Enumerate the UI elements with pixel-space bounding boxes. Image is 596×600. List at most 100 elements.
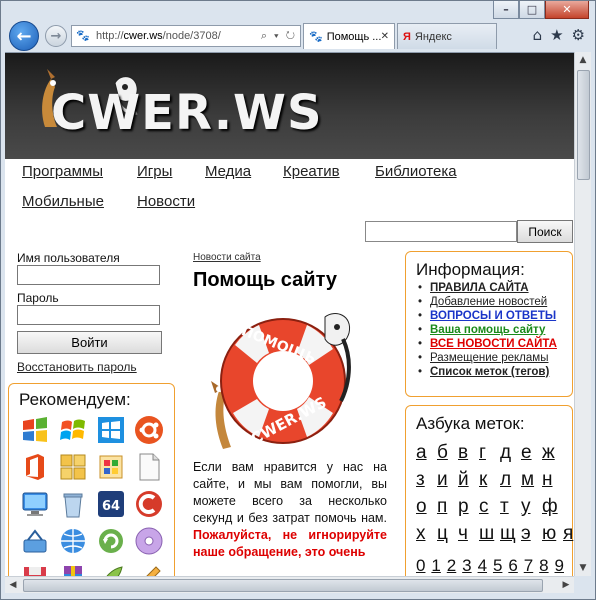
tab-help-site[interactable]: 🐾 Помощь ... ✕ xyxy=(303,23,395,49)
disc-icon[interactable] xyxy=(133,525,165,557)
tag-letter[interactable]: м xyxy=(521,469,542,491)
menu-item-library[interactable]: Библиотека xyxy=(375,163,457,180)
maximize-button[interactable]: □ xyxy=(519,1,545,19)
tag-letter[interactable]: э xyxy=(521,523,542,545)
tag-letter[interactable]: щ xyxy=(500,523,521,545)
favorites-star-icon[interactable]: ★ xyxy=(550,26,563,44)
tag-letter[interactable]: к xyxy=(479,469,500,491)
winrar-archive-icon[interactable] xyxy=(57,562,89,576)
scroll-right-arrow-icon[interactable]: ▶ xyxy=(558,577,574,593)
search-button[interactable]: Поиск xyxy=(517,220,573,243)
info-link-rules[interactable]: ПРАВИЛА САЙТА xyxy=(430,282,529,294)
list-item[interactable]: ПРАВИЛА САЙТА xyxy=(416,281,566,295)
tab-close-icon[interactable]: ✕ xyxy=(381,31,389,42)
close-window-button[interactable]: ✕ xyxy=(545,1,589,19)
breadcrumb[interactable]: Новости сайта xyxy=(193,252,261,263)
password-field[interactable] xyxy=(17,305,160,325)
tag-digit[interactable]: 9 xyxy=(555,556,570,576)
scroll-left-arrow-icon[interactable]: ◀ xyxy=(5,577,21,593)
login-button[interactable]: Войти xyxy=(17,331,162,354)
tag-digit[interactable]: 0 xyxy=(416,556,431,576)
scroll-up-arrow-icon[interactable]: ▲ xyxy=(575,52,591,68)
pencil-icon[interactable] xyxy=(133,562,165,576)
site-logo[interactable]: CWER.WS xyxy=(51,85,323,141)
list-item[interactable]: ВСЕ НОВОСТИ САЙТА xyxy=(416,337,566,351)
ccleaner-icon[interactable] xyxy=(133,488,165,520)
tag-letter[interactable]: в xyxy=(458,442,479,464)
network-icon[interactable] xyxy=(19,525,51,557)
menu-item-media[interactable]: Медиа xyxy=(205,163,251,180)
menu-item-news[interactable]: Новости xyxy=(137,193,195,210)
tag-letter[interactable]: л xyxy=(500,469,521,491)
info-link-all-news[interactable]: ВСЕ НОВОСТИ САЙТА xyxy=(430,338,557,350)
tag-digit[interactable]: 6 xyxy=(508,556,523,576)
menu-item-games[interactable]: Игры xyxy=(137,163,172,180)
horizontal-scrollbar[interactable]: ◀ ▶ xyxy=(5,576,574,593)
info-link-faq[interactable]: ВОПРОСЫ И ОТВЕТЫ xyxy=(430,310,556,322)
minimize-button[interactable]: – xyxy=(493,1,519,19)
tag-letter[interactable]: ю xyxy=(542,523,563,545)
tag-digit[interactable]: 4 xyxy=(478,556,493,576)
address-bar[interactable]: 🐾 http://cwer.ws/node/3708/ ⌕ ▾ ↻ xyxy=(71,25,301,47)
tag-letter[interactable]: г xyxy=(479,442,500,464)
restore-password-link[interactable]: Восстановить пароль xyxy=(17,360,137,374)
tag-letter[interactable]: ц xyxy=(437,523,458,545)
info-link-tags[interactable]: Список меток (тегов) xyxy=(430,366,549,378)
tag-letter[interactable]: ш xyxy=(479,523,500,545)
tag-letter[interactable]: т xyxy=(500,496,521,518)
windows-7-logo-icon[interactable] xyxy=(57,414,89,446)
tag-digit[interactable]: 5 xyxy=(493,556,508,576)
windows-xp-logo-icon[interactable] xyxy=(19,414,51,446)
tag-digit[interactable]: 8 xyxy=(539,556,554,576)
tag-letter[interactable]: а xyxy=(416,442,437,464)
tag-letter[interactable]: ф xyxy=(542,496,563,518)
menu-item-mobile[interactable]: Мобильные xyxy=(22,193,104,210)
list-item[interactable]: Ваша помощь сайту xyxy=(416,323,566,337)
tag-letter[interactable]: и xyxy=(437,469,458,491)
back-button[interactable]: ← xyxy=(9,21,39,51)
tag-digit[interactable]: 3 xyxy=(462,556,477,576)
info-link-add-news[interactable]: Добавление новостей xyxy=(430,296,547,308)
settings-gear-icon[interactable]: ⚙ xyxy=(572,26,585,44)
tag-letter[interactable]: о xyxy=(416,496,437,518)
tag-letter[interactable]: д xyxy=(500,442,521,464)
scroll-down-arrow-icon[interactable]: ▼ xyxy=(575,560,591,576)
horizontal-scroll-thumb[interactable] xyxy=(23,579,543,592)
list-item[interactable]: ВОПРОСЫ И ОТВЕТЫ xyxy=(416,309,566,323)
vertical-scroll-thumb[interactable] xyxy=(577,70,590,180)
tag-letter[interactable]: п xyxy=(437,496,458,518)
vertical-scrollbar[interactable]: ▲ ▼ xyxy=(574,52,591,576)
tag-letter[interactable]: ч xyxy=(458,523,479,545)
forward-button[interactable]: → xyxy=(45,25,67,47)
update-arrow-icon[interactable] xyxy=(95,525,127,557)
tag-digit[interactable]: 1 xyxy=(431,556,446,576)
home-icon[interactable]: ⌂ xyxy=(533,26,543,44)
info-link-help-site[interactable]: Ваша помощь сайту xyxy=(430,324,545,336)
windows-grid-icon[interactable] xyxy=(57,451,89,483)
menu-item-creative[interactable]: Креатив xyxy=(283,163,340,180)
tag-digit[interactable]: 2 xyxy=(447,556,462,576)
windows-8-logo-icon[interactable] xyxy=(95,414,127,446)
office-icon[interactable] xyxy=(19,451,51,483)
search-input[interactable] xyxy=(365,221,517,242)
tag-letter[interactable]: б xyxy=(437,442,458,464)
tag-letter[interactable]: я xyxy=(563,523,574,545)
rocket-icon[interactable] xyxy=(95,562,127,576)
ubuntu-logo-icon[interactable] xyxy=(133,414,165,446)
recycle-bin-icon[interactable] xyxy=(57,488,89,520)
tag-letter[interactable]: з xyxy=(416,469,437,491)
globe-network-icon[interactable] xyxy=(57,525,89,557)
tag-letter[interactable]: ж xyxy=(542,442,563,464)
tag-letter[interactable]: н xyxy=(542,469,563,491)
64-bit-icon[interactable]: 64 xyxy=(95,488,127,520)
address-tools[interactable]: ⌕ ▾ ↻ xyxy=(261,30,300,43)
floppy-disk-icon[interactable] xyxy=(19,562,51,576)
software-box-icon[interactable] xyxy=(95,451,127,483)
computer-monitor-icon[interactable] xyxy=(19,488,51,520)
tag-letter[interactable]: е xyxy=(521,442,542,464)
tag-letter[interactable]: с xyxy=(479,496,500,518)
tag-letter[interactable]: у xyxy=(521,496,542,518)
tag-letter[interactable]: х xyxy=(416,523,437,545)
info-link-ads[interactable]: Размещение рекламы xyxy=(430,352,548,364)
tag-digit[interactable]: 7 xyxy=(524,556,539,576)
